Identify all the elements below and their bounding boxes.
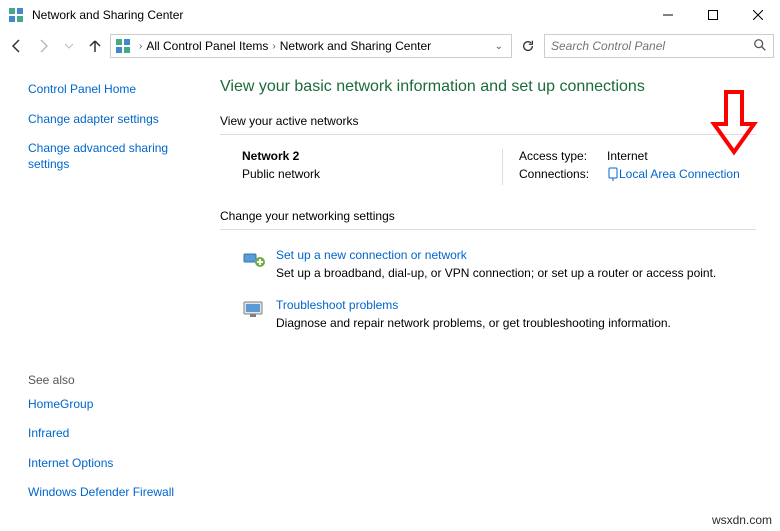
troubleshoot-icon xyxy=(242,298,266,322)
search-input[interactable] xyxy=(551,39,753,53)
refresh-button[interactable] xyxy=(516,34,540,58)
sidebar-link-advanced[interactable]: Change advanced sharing settings xyxy=(28,141,194,172)
connections-label: Connections: xyxy=(519,167,607,181)
sidebar: Control Panel Home Change adapter settin… xyxy=(0,62,210,531)
sidebar-link-homegroup[interactable]: HomeGroup xyxy=(28,397,194,413)
breadcrumb-dropdown[interactable]: ⌄ xyxy=(491,41,507,52)
setup-connection-link[interactable]: Set up a new connection or network xyxy=(276,248,467,262)
sidebar-link-internet-options[interactable]: Internet Options xyxy=(28,456,194,472)
access-type-value: Internet xyxy=(607,149,648,163)
network-identity: Network 2 Public network xyxy=(242,149,502,185)
app-icon xyxy=(8,7,24,23)
divider xyxy=(220,229,756,230)
breadcrumb-item[interactable]: All Control Panel Items xyxy=(146,39,268,53)
up-button[interactable] xyxy=(84,35,106,57)
network-center-icon xyxy=(115,38,131,54)
access-type-label: Access type: xyxy=(519,149,607,163)
active-networks-label: View your active networks xyxy=(220,114,756,128)
minimize-button[interactable] xyxy=(645,0,690,30)
back-button[interactable] xyxy=(6,35,28,57)
close-button[interactable] xyxy=(735,0,780,30)
search-icon[interactable] xyxy=(753,38,767,55)
watermark: wsxdn.com xyxy=(712,513,772,527)
main-panel: View your basic network information and … xyxy=(210,62,780,531)
troubleshoot-desc: Diagnose and repair network problems, or… xyxy=(276,316,671,330)
sidebar-link-firewall[interactable]: Windows Defender Firewall xyxy=(28,485,194,501)
annotation-arrow xyxy=(710,88,758,161)
navbar: › All Control Panel Items › Network and … xyxy=(0,30,780,62)
ethernet-icon xyxy=(607,167,619,181)
setup-connection-desc: Set up a broadband, dial-up, or VPN conn… xyxy=(276,266,716,280)
forward-button[interactable] xyxy=(32,35,54,57)
option-setup: Set up a new connection or network Set u… xyxy=(220,244,756,294)
chevron-right-icon[interactable]: › xyxy=(135,41,146,52)
recent-dropdown[interactable] xyxy=(58,35,80,57)
divider xyxy=(220,134,756,135)
breadcrumb[interactable]: › All Control Panel Items › Network and … xyxy=(110,34,512,58)
see-also-heading: See also xyxy=(28,373,194,387)
page-heading: View your basic network information and … xyxy=(220,78,756,96)
connection-link[interactable]: Local Area Connection xyxy=(619,167,740,181)
sidebar-link-adapter[interactable]: Change adapter settings xyxy=(28,112,194,128)
change-settings-label: Change your networking settings xyxy=(220,209,756,223)
sidebar-link-home[interactable]: Control Panel Home xyxy=(28,82,194,98)
chevron-right-icon[interactable]: › xyxy=(268,41,279,52)
titlebar: Network and Sharing Center xyxy=(0,0,780,30)
troubleshoot-link[interactable]: Troubleshoot problems xyxy=(276,298,398,312)
breadcrumb-item[interactable]: Network and Sharing Center xyxy=(280,39,431,53)
search-box[interactable] xyxy=(544,34,774,58)
network-details: Access type: Internet Connections: Local… xyxy=(502,149,740,185)
window-controls xyxy=(645,0,780,30)
network-name: Network 2 xyxy=(242,149,502,163)
option-troubleshoot: Troubleshoot problems Diagnose and repai… xyxy=(220,294,756,344)
network-row: Network 2 Public network Access type: In… xyxy=(220,149,756,185)
setup-connection-icon xyxy=(242,248,266,272)
content-area: Control Panel Home Change adapter settin… xyxy=(0,62,780,531)
sidebar-link-infrared[interactable]: Infrared xyxy=(28,426,194,442)
window-title: Network and Sharing Center xyxy=(32,8,645,22)
network-type: Public network xyxy=(242,167,502,181)
maximize-button[interactable] xyxy=(690,0,735,30)
